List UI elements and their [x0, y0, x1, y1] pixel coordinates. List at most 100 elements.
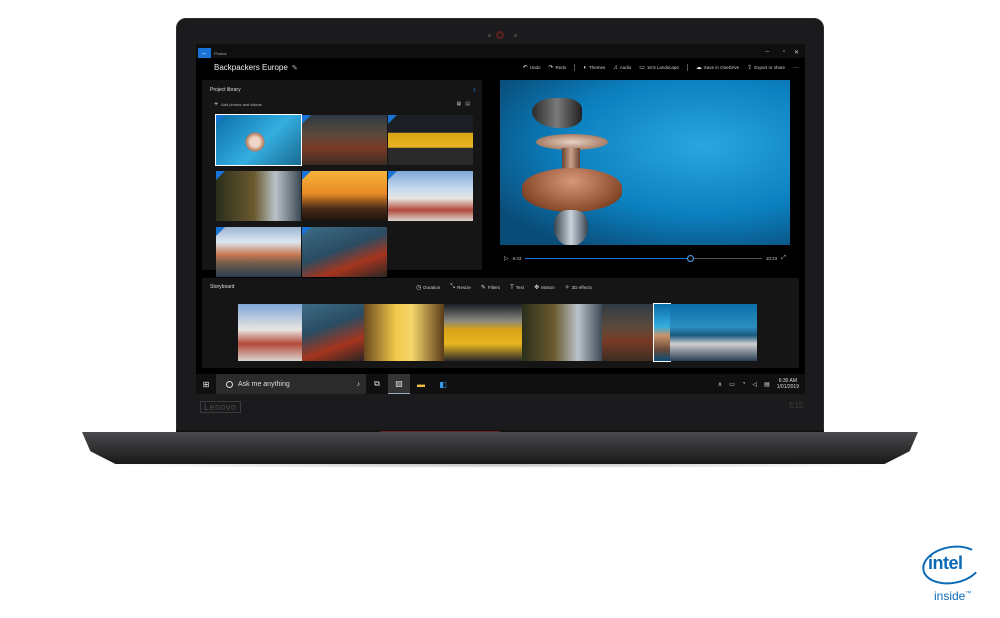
- seek-slider[interactable]: [525, 254, 762, 262]
- filters-label: Filters: [487, 285, 501, 290]
- text-button[interactable]: T Text: [510, 284, 524, 291]
- motion-icon: ✥: [534, 285, 540, 291]
- inside-word: inside: [934, 589, 966, 603]
- maximize-button[interactable]: ▫: [783, 49, 785, 55]
- list-view-icon[interactable]: ▤: [465, 101, 470, 107]
- close-button[interactable]: ✕: [794, 49, 799, 56]
- search-box[interactable]: Ask me anything ♪: [216, 374, 366, 394]
- storyboard-clip[interactable]: [602, 304, 654, 361]
- media-thumbnail[interactable]: [388, 115, 473, 165]
- notifications-icon[interactable]: ▤: [764, 381, 770, 388]
- media-thumbnail[interactable]: [302, 171, 387, 221]
- task-view-icon[interactable]: ⧉: [366, 374, 388, 394]
- storyboard-clip[interactable]: [364, 304, 444, 361]
- play-icon[interactable]: ▷: [504, 255, 509, 262]
- aspect-ratio-button[interactable]: ▭ 16:9 Landscape: [639, 64, 679, 71]
- media-thumbnail[interactable]: [302, 115, 387, 165]
- export-label: Export or share: [754, 65, 785, 70]
- minimize-button[interactable]: –: [766, 49, 769, 55]
- media-grid: [215, 114, 473, 277]
- media-thumbnail[interactable]: [302, 227, 387, 277]
- windows-start-icon[interactable]: ⊞: [196, 380, 216, 389]
- filter-icon: ✎: [480, 285, 486, 291]
- filters-button[interactable]: ✎ Filters: [481, 284, 500, 291]
- fullscreen-icon[interactable]: ⤢: [781, 255, 786, 262]
- volume-icon[interactable]: ◁: [752, 381, 757, 388]
- storyboard-clip[interactable]: [302, 304, 364, 361]
- motion-button[interactable]: ✥ Motion: [534, 284, 555, 291]
- microphone-icon[interactable]: ♪: [357, 381, 367, 388]
- media-thumbnail[interactable]: [388, 171, 473, 221]
- media-thumbnail[interactable]: [216, 227, 301, 277]
- more-button[interactable]: ···: [793, 65, 799, 71]
- clock-date: 1/01/2019: [776, 384, 799, 390]
- network-icon[interactable]: ◔: [742, 381, 746, 387]
- plus-icon: +: [214, 101, 219, 108]
- clock[interactable]: 6:30 AM 1/01/2019: [777, 378, 799, 390]
- toolbar: ↶ Undo ↷ Redo ◐ Themes ♫ Audio ▭ 16:9 Landsca…: [523, 64, 799, 71]
- text-icon: T: [510, 284, 514, 291]
- in-use-marker: [302, 227, 311, 236]
- duration-button[interactable]: ◷ Duration: [416, 284, 440, 291]
- storyboard-clip[interactable]: [522, 304, 602, 361]
- playback-bar: ▷ 6:23 10:23 ⤢: [500, 251, 790, 265]
- library-title: Project library: [210, 87, 241, 93]
- undo-button[interactable]: ↶ Undo: [523, 64, 541, 71]
- file-explorer-icon[interactable]: ▬: [410, 374, 432, 394]
- seek-handle[interactable]: [687, 254, 695, 262]
- palette-icon: ◐: [583, 64, 587, 71]
- audio-button[interactable]: ♫ Audio: [613, 65, 631, 71]
- motion-label: Motion: [541, 285, 555, 290]
- media-thumbnail[interactable]: [216, 171, 301, 221]
- storyboard-tools: ◷ Duration ⤡ Resize ✎ Filters T Text ✥ Motion…: [416, 284, 592, 291]
- themes-label: Themes: [588, 65, 606, 70]
- video-preview[interactable]: [500, 80, 790, 245]
- webcam: [496, 31, 504, 39]
- total-time: 10:23: [765, 255, 778, 261]
- redo-button[interactable]: ↷ Redo: [549, 64, 567, 71]
- system-tray: ∧ ▭ ◔ ◁ ▤ 6:30 AM 1/01/2019: [718, 378, 805, 390]
- model-label: E15: [789, 401, 804, 410]
- chevron-up-icon[interactable]: ∧: [718, 381, 722, 388]
- photos-app-icon[interactable]: ▨: [388, 374, 410, 394]
- project-title[interactable]: Backpackers Europe ✎: [214, 63, 298, 72]
- resize-label: Resize: [457, 285, 471, 290]
- intel-inside-badge: intel inside™: [919, 541, 985, 606]
- seek-progress: [525, 257, 691, 259]
- storyboard-clip[interactable]: [444, 304, 522, 361]
- toolbar-divider: [686, 64, 688, 71]
- search-placeholder: Ask me anything: [238, 380, 290, 388]
- in-use-marker: [216, 227, 225, 236]
- grid-view-icon[interactable]: ▦: [457, 101, 462, 107]
- storyboard-clip[interactable]: [238, 304, 302, 361]
- app-name: Photos: [214, 51, 227, 56]
- save-onedrive-button[interactable]: ☁ Save in OneDrive: [696, 64, 739, 71]
- pencil-icon[interactable]: ✎: [292, 64, 298, 72]
- back-button[interactable]: ←: [198, 48, 211, 58]
- save-onedrive-label: Save in OneDrive: [703, 65, 740, 70]
- chevron-left-icon[interactable]: ‹: [473, 84, 476, 94]
- storyboard-clip-selected[interactable]: [653, 303, 671, 362]
- in-use-marker: [388, 115, 397, 124]
- intel-inside-text: inside™: [934, 589, 971, 603]
- bird-figure: [532, 98, 582, 128]
- music-icon: ♫: [613, 64, 618, 71]
- laptop-shadow: [90, 462, 910, 468]
- battery-icon[interactable]: ▭: [729, 381, 735, 388]
- 3d-effects-button[interactable]: ✧ 3D effects: [565, 284, 592, 291]
- sensor-dot: [488, 34, 491, 37]
- in-use-marker: [302, 171, 311, 180]
- export-button[interactable]: ⇪ Export or share: [747, 64, 785, 71]
- lamp-glass: [554, 210, 588, 245]
- media-thumbnail[interactable]: [215, 114, 302, 166]
- current-time: 6:23: [512, 255, 522, 261]
- view-toggle: ▦ ▤: [457, 101, 470, 107]
- add-media-button[interactable]: + Add photos and videos: [214, 101, 262, 108]
- store-icon[interactable]: ◧: [432, 374, 454, 394]
- undo-label: Undo: [529, 65, 541, 70]
- resize-button[interactable]: ⤡ Resize: [450, 284, 471, 291]
- resize-icon: ⤡: [450, 284, 456, 290]
- themes-button[interactable]: ◐ Themes: [583, 65, 605, 71]
- in-use-marker: [216, 115, 225, 124]
- storyboard-clip[interactable]: [670, 304, 757, 361]
